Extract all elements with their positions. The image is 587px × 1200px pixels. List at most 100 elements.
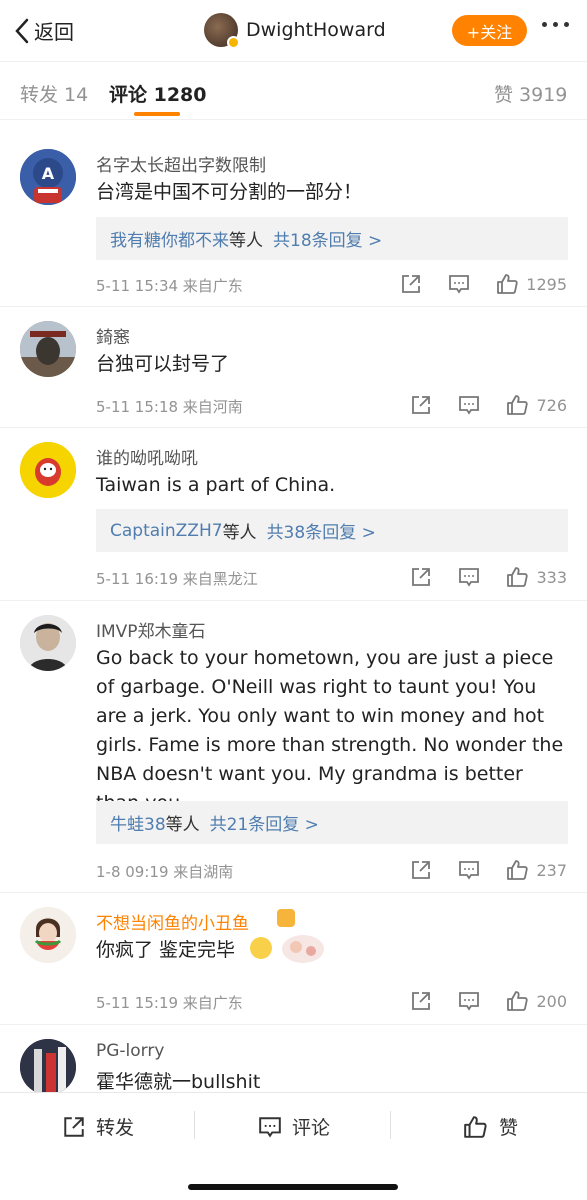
share-icon[interactable] (400, 273, 422, 295)
follow-button[interactable]: +关注 (452, 15, 527, 46)
post-author[interactable]: DwightHoward (204, 13, 386, 49)
thumbs-up-icon (507, 567, 529, 587)
comment-username[interactable]: IMVP郑木童石 (96, 617, 206, 642)
more-options-icon[interactable] (542, 22, 569, 27)
reply-users[interactable]: CaptainZZH7 (110, 521, 223, 541)
comment-text: 台独可以封号了 (96, 353, 230, 375)
avatar[interactable] (20, 907, 76, 963)
avatar[interactable]: A (20, 149, 76, 205)
reply-count-link[interactable]: 共21条回复 > (210, 810, 319, 835)
reply-suffix: 等人 (229, 231, 263, 251)
like-button[interactable]: 200 (506, 990, 567, 1012)
thumbs-up-icon (507, 395, 529, 415)
reply-count-link[interactable]: 共18条回复 > (273, 226, 382, 251)
avatar[interactable] (20, 321, 76, 377)
share-icon (64, 1116, 84, 1137)
thumbs-up-icon (464, 1115, 487, 1138)
like-count: 726 (536, 395, 567, 415)
like-button[interactable]: 赞 (463, 1113, 518, 1140)
comment-username[interactable]: 錡窸 (96, 323, 130, 348)
like-count: 200 (536, 991, 567, 1011)
comment-actions: 333 (410, 566, 567, 588)
comment-text: 你疯了 鉴定完毕 (96, 939, 236, 961)
comment-meta: 1-8 09:19 来自湖南 (96, 863, 234, 881)
back-button[interactable]: 返回 (14, 16, 74, 45)
comment-icon[interactable] (458, 990, 480, 1012)
thumbs-up-icon (507, 991, 529, 1011)
comment-text: Taiwan is a part of China. (96, 474, 336, 496)
comment-username[interactable]: 谁的呦吼呦吼 (96, 444, 198, 469)
comment-label: 评论 (292, 1117, 331, 1139)
verified-badge-icon (227, 36, 240, 49)
comment-actions: 237 (410, 859, 567, 881)
thumbs-up-icon (507, 860, 529, 880)
comment-icon[interactable] (458, 566, 480, 588)
comment-icon (259, 1116, 281, 1137)
comment-item: 谁的呦吼呦吼 Taiwan is a part of China. Captai… (0, 428, 587, 601)
share-icon[interactable] (410, 990, 432, 1012)
portrait-photo-icon (20, 615, 76, 671)
comment-icon[interactable] (458, 859, 480, 881)
like-button[interactable]: 333 (506, 566, 567, 588)
comment-actions: 726 (410, 394, 567, 416)
reply-users[interactable]: 我有糖你都不来 (110, 226, 229, 251)
active-tab-indicator (134, 112, 180, 116)
avatar[interactable] (204, 13, 240, 49)
comment-text: 台湾是中国不可分割的一部分！ (96, 181, 363, 203)
like-count: 333 (536, 567, 567, 587)
repost-button[interactable]: 转发 (62, 1113, 134, 1140)
comment-meta: 5-11 15:34 来自广东 (96, 277, 243, 295)
divider (390, 1111, 391, 1139)
comment-text: Go back to your hometown, you are just a… (96, 647, 564, 814)
comment-button[interactable]: 评论 (258, 1113, 330, 1140)
reply-suffix: 等人 (165, 815, 200, 835)
like-button[interactable]: 237 (506, 859, 567, 881)
tab-repost[interactable]: 转发 14 (20, 80, 88, 107)
home-indicator (188, 1184, 398, 1190)
reply-users[interactable]: 牛蛙38 (110, 810, 166, 835)
like-button[interactable]: 726 (506, 394, 567, 416)
sticker-icon (282, 935, 324, 963)
daruma-icon (20, 442, 76, 498)
chevron-left-icon (15, 18, 29, 43)
comment-actions: 1295 (400, 273, 567, 295)
author-name[interactable]: DwightHoward (246, 19, 386, 41)
watermelon-girl-icon (20, 907, 76, 963)
top-nav-bar: 返回 DwightHoward +关注 (0, 0, 587, 62)
repost-label: 转发 (96, 1117, 135, 1139)
comment-username[interactable]: 不想当闲鱼的小丑鱼 (96, 909, 249, 934)
comment-item: IMVP郑木童石 Go back to your hometown, you a… (0, 601, 587, 893)
share-icon[interactable] (410, 394, 432, 416)
captain-america-icon: A (20, 149, 76, 205)
like-count: 1295 (526, 274, 567, 294)
tab-bar: 转发 14 评论 1280 赞 3919 (0, 62, 587, 120)
avatar[interactable] (20, 615, 76, 671)
reply-summary[interactable]: 牛蛙38 等人 共21条回复 > (96, 801, 568, 844)
comment-username[interactable]: 名字太长超出字数限制 (96, 151, 266, 176)
thumbs-up-icon (497, 274, 518, 294)
reply-summary[interactable]: CaptainZZH7 等人 共38条回复 > (96, 509, 568, 552)
divider (194, 1111, 195, 1139)
comment-item: 不想当闲鱼的小丑鱼 你疯了 鉴定完毕 5-11 15:19 来自广东 200 (0, 893, 587, 1025)
comment-username[interactable]: PG-lorry (96, 1041, 164, 1061)
comment-actions: 200 (410, 990, 567, 1012)
like-label: 赞 (499, 1117, 519, 1139)
comment-item: 錡窸 台独可以封号了 5-11 15:18 来自河南 726 (0, 307, 587, 428)
avatar[interactable] (20, 1039, 76, 1095)
comment-icon[interactable] (458, 394, 480, 416)
comment-meta: 5-11 15:19 来自广东 (96, 994, 243, 1012)
tab-comments[interactable]: 评论 1280 (109, 80, 207, 107)
like-button[interactable]: 1295 (496, 273, 567, 295)
tab-likes[interactable]: 赞 3919 (494, 80, 567, 107)
share-icon[interactable] (410, 859, 432, 881)
comment-meta: 5-11 15:18 来自河南 (96, 398, 243, 416)
reply-count-link[interactable]: 共38条回复 > (267, 518, 376, 543)
basketball-photo-icon (20, 1039, 76, 1095)
avatar[interactable] (20, 442, 76, 498)
share-icon[interactable] (410, 566, 432, 588)
reply-summary[interactable]: 我有糖你都不来 等人 共18条回复 > (96, 217, 568, 260)
comment-icon[interactable] (448, 273, 470, 295)
comment-item: A 名字太长超出字数限制 台湾是中国不可分割的一部分！ 我有糖你都不来 等人 共… (0, 121, 587, 307)
member-crown-icon (277, 909, 295, 927)
back-label: 返回 (34, 20, 74, 44)
